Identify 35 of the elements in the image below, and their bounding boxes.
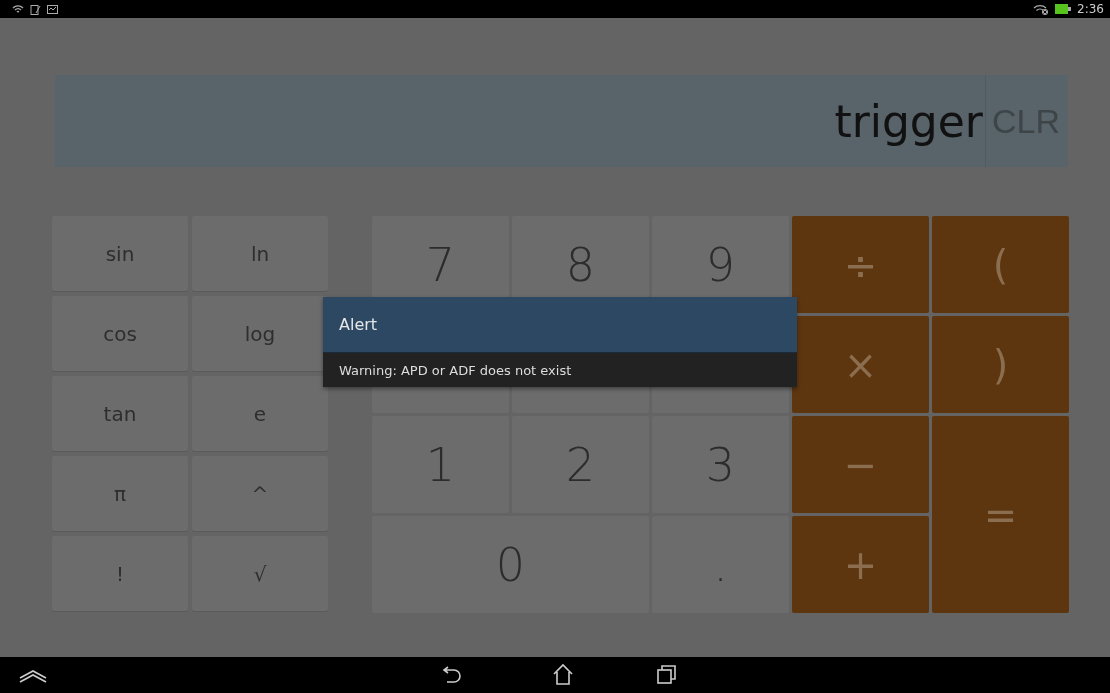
function-key[interactable]: cos bbox=[52, 296, 188, 372]
clipboard-icon bbox=[30, 3, 41, 15]
function-key[interactable]: e bbox=[192, 376, 328, 452]
operator-key[interactable]: ( bbox=[932, 216, 1069, 313]
operator-key[interactable]: × bbox=[792, 316, 929, 413]
battery-icon bbox=[1055, 4, 1072, 14]
clock-time: 2:36 bbox=[1077, 2, 1104, 16]
expression-text: trigger bbox=[834, 95, 984, 147]
dialog-title: Alert bbox=[339, 315, 378, 334]
recent-apps-icon[interactable] bbox=[656, 663, 678, 685]
operator-key[interactable]: − bbox=[792, 416, 929, 513]
digit-key[interactable]: 2 bbox=[512, 416, 649, 513]
function-key[interactable]: √ bbox=[192, 536, 328, 612]
operator-key[interactable]: + bbox=[792, 516, 929, 613]
function-key[interactable]: sin bbox=[52, 216, 188, 292]
operator-key[interactable]: = bbox=[932, 416, 1069, 613]
function-key[interactable]: log bbox=[192, 296, 328, 372]
digit-key[interactable]: 1 bbox=[372, 416, 509, 513]
digit-key[interactable]: . bbox=[652, 516, 789, 613]
back-icon[interactable] bbox=[441, 666, 463, 686]
function-key[interactable]: ln bbox=[192, 216, 328, 292]
wifi-off-icon bbox=[1033, 3, 1050, 15]
function-key[interactable]: ! bbox=[52, 536, 188, 612]
dialog-message: Warning: APD or ADF does not exist bbox=[339, 362, 572, 378]
image-icon bbox=[47, 4, 58, 14]
operator-key[interactable]: ÷ bbox=[792, 216, 929, 313]
home-icon[interactable] bbox=[552, 663, 574, 685]
wifi-icon bbox=[12, 4, 24, 14]
function-key[interactable]: tan bbox=[52, 376, 188, 452]
chevron-up-icon[interactable] bbox=[18, 669, 48, 683]
operator-key[interactable]: ) bbox=[932, 316, 1069, 413]
function-key[interactable]: ^ bbox=[192, 456, 328, 532]
function-key[interactable]: π bbox=[52, 456, 188, 532]
digit-key[interactable]: 3 bbox=[652, 416, 789, 513]
digit-key[interactable]: 0 bbox=[372, 516, 649, 613]
